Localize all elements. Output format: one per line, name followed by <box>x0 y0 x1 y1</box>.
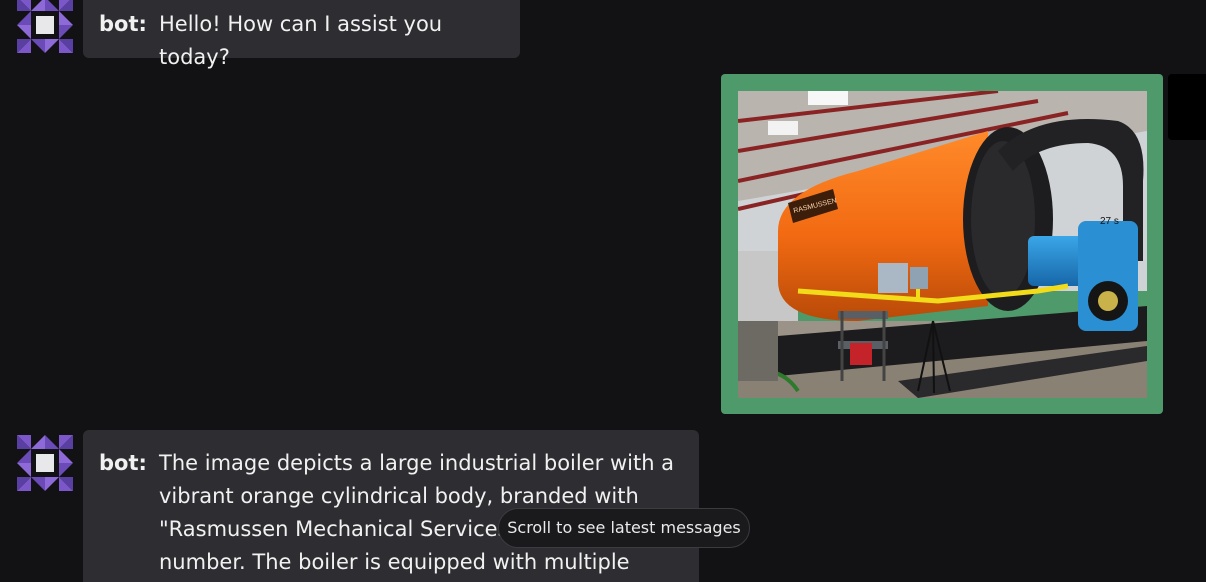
user-image-message[interactable]: 27 s RASMUSSEN <box>721 74 1163 414</box>
boiler-photo[interactable]: 27 s RASMUSSEN <box>738 91 1147 398</box>
boiler-photo-image: 27 s RASMUSSEN <box>738 91 1147 398</box>
quilt-star-icon <box>17 0 73 53</box>
speaker-label: bot: <box>99 451 147 475</box>
scroll-to-latest-button[interactable]: Scroll to see latest messages <box>498 508 750 548</box>
speaker-label: bot: <box>99 12 147 36</box>
side-panel-tab[interactable] <box>1168 74 1206 140</box>
bot-avatar <box>17 0 73 53</box>
bot-message-bubble: bot: Hello! How can I assist you today? <box>83 0 520 69</box>
bot-avatar <box>17 435 73 491</box>
chat-thread: bot: Hello! How can I assist you today? <box>0 0 1206 582</box>
photo-tag-label: 27 s <box>1100 216 1119 227</box>
bot-message-bubble: bot: The image depicts a large industria… <box>83 430 699 582</box>
quilt-star-icon <box>17 435 73 491</box>
message-text: Hello! How can I assist you today? <box>159 12 443 69</box>
